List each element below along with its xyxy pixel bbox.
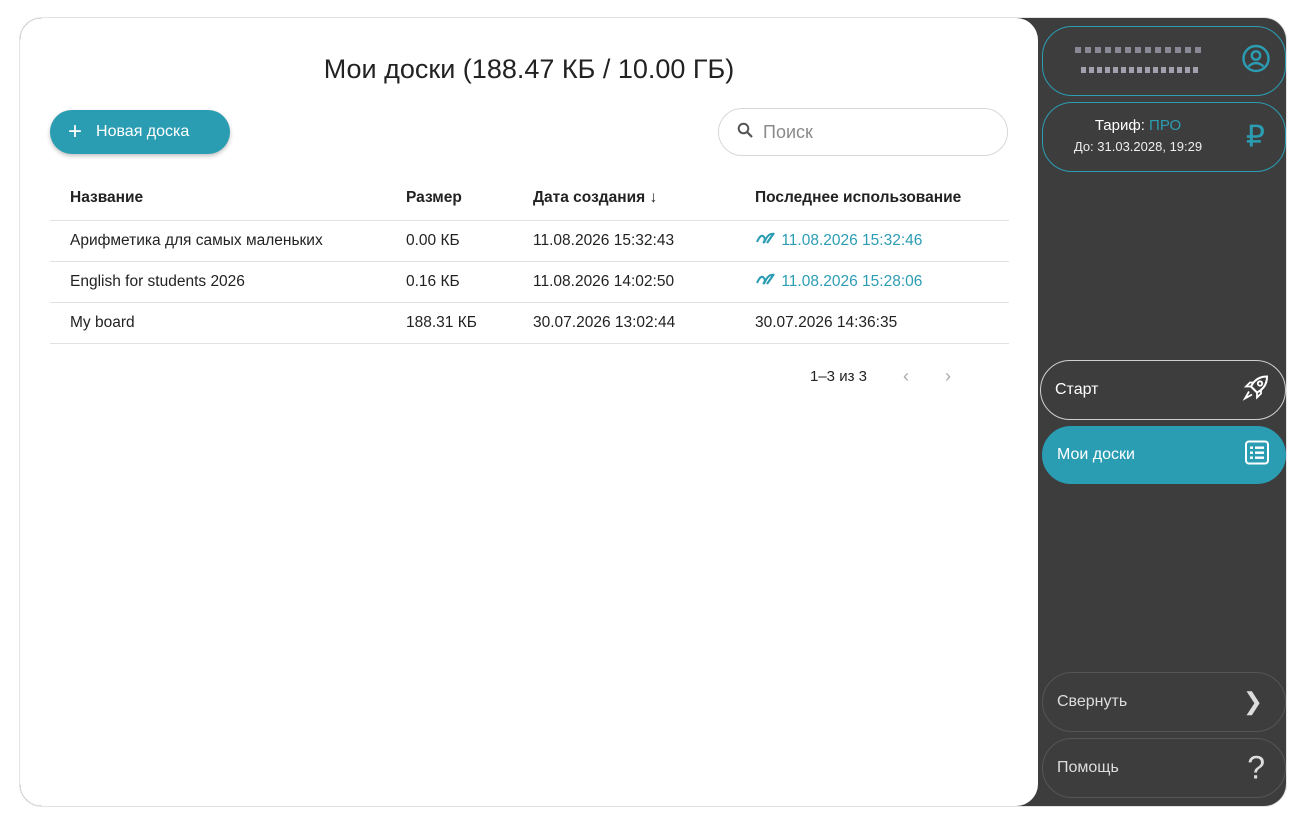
boards-table: Название Размер Дата создания ↓ Последне…	[50, 176, 1009, 344]
main-panel: Мои доски (188.47 КБ / 10.00 ГБ) + Новая…	[20, 18, 1038, 806]
link-icon	[755, 232, 777, 249]
tariff-label: Тариф: ПРО	[1043, 117, 1233, 134]
col-name-header[interactable]: Название	[50, 176, 398, 221]
row-created: 11.08.2026 15:32:43	[525, 220, 735, 262]
row-name[interactable]: My board	[50, 302, 398, 344]
search-icon	[737, 122, 753, 143]
row-last-used: 30.07.2026 14:36:35	[735, 302, 1009, 344]
collapse-button[interactable]: Свернуть ❯	[1042, 672, 1286, 732]
collapse-label: Свернуть	[1057, 693, 1128, 710]
page-title: Мои доски (188.47 КБ / 10.00 ГБ)	[323, 54, 735, 84]
pagination: 1–3 из 3 ‹ ›	[810, 366, 951, 387]
plus-icon: +	[68, 118, 83, 145]
row-name[interactable]: English for students 2026	[50, 261, 398, 303]
tariff-button[interactable]: Тариф: ПРО До: 31.03.2028, 19:29 ₽	[1042, 102, 1286, 172]
table-row[interactable]: Арифметика для самых маленьких 0.00 КБ 1…	[50, 220, 1009, 262]
tariff-until: До: 31.03.2028, 19:29	[1073, 139, 1203, 154]
help-label: Помощь	[1057, 759, 1119, 776]
col-created-header[interactable]: Дата создания ↓	[525, 176, 735, 221]
nav-start[interactable]: Старт	[1040, 360, 1286, 420]
last-used-value: 11.08.2026 15:28:06	[781, 273, 923, 290]
search-input[interactable]	[763, 121, 983, 143]
last-used-value: 11.08.2026 15:32:46	[781, 232, 923, 249]
new-board-label: Новая доска	[96, 123, 190, 140]
row-last-used[interactable]: 11.08.2026 15:32:46	[735, 220, 1009, 262]
table-row[interactable]: My board 188.31 КБ 30.07.2026 13:02:44 3…	[50, 302, 1009, 344]
nav-start-label: Старт	[1055, 381, 1099, 398]
sidebar: Тариф: ПРО До: 31.03.2028, 19:29 ₽ Старт…	[1038, 18, 1286, 806]
account-email-blurred	[1081, 67, 1201, 73]
help-icon: ?	[1247, 749, 1265, 786]
app-frame: Мои доски (188.47 КБ / 10.00 ГБ) + Новая…	[20, 18, 1286, 806]
nav-my-boards-label: Мои доски	[1057, 446, 1135, 463]
table-header-row: Название Размер Дата создания ↓ Последне…	[50, 176, 1009, 221]
pagination-range: 1–3 из 3	[810, 368, 867, 385]
tariff-label-text: Тариф:	[1094, 117, 1150, 134]
row-size: 0.00 КБ	[398, 220, 525, 262]
search-box[interactable]	[718, 108, 1008, 156]
account-button[interactable]	[1042, 26, 1286, 96]
row-created: 30.07.2026 13:02:44	[525, 302, 735, 344]
account-name-blurred	[1075, 47, 1203, 53]
chevron-right-icon: ❯	[1242, 688, 1263, 716]
prev-page-icon[interactable]: ‹	[903, 366, 909, 387]
row-size: 0.16 КБ	[398, 261, 525, 303]
row-last-used[interactable]: 11.08.2026 15:28:06	[735, 261, 1009, 303]
help-button[interactable]: Помощь ?	[1042, 738, 1286, 798]
list-icon	[1243, 439, 1271, 472]
user-icon	[1241, 44, 1271, 79]
ruble-icon: ₽	[1245, 120, 1265, 154]
col-size-header[interactable]: Размер	[398, 176, 525, 221]
col-last-used-header[interactable]: Последнее использование	[735, 176, 1009, 221]
nav-my-boards[interactable]: Мои доски	[1042, 426, 1286, 484]
next-page-icon[interactable]: ›	[945, 366, 951, 387]
link-icon	[755, 273, 777, 290]
tariff-value: ПРО	[1149, 117, 1182, 134]
new-board-button[interactable]: + Новая доска	[50, 110, 230, 154]
row-name[interactable]: Арифметика для самых маленьких	[50, 220, 398, 262]
table-row[interactable]: English for students 2026 0.16 КБ 11.08.…	[50, 261, 1009, 303]
row-created: 11.08.2026 14:02:50	[525, 261, 735, 303]
rocket-icon	[1241, 373, 1271, 408]
row-size: 188.31 КБ	[398, 302, 525, 344]
